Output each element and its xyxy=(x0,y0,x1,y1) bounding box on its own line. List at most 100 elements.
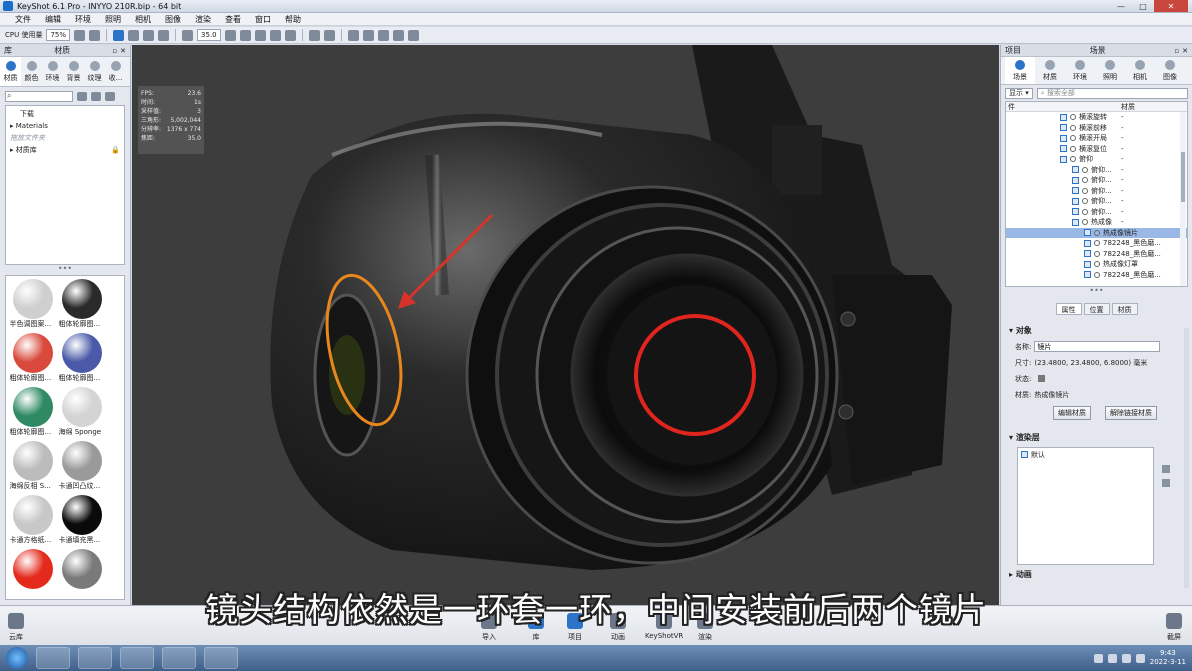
transform-icon[interactable] xyxy=(323,29,335,41)
workflow-icon[interactable] xyxy=(308,29,320,41)
shield-icon[interactable] xyxy=(347,29,359,41)
visibility-checkbox[interactable] xyxy=(1060,113,1067,121)
menu-help[interactable]: 帮助 xyxy=(278,14,308,25)
visibility-checkbox[interactable] xyxy=(1060,145,1067,153)
tab-backplates[interactable]: 背景 xyxy=(63,57,84,86)
taskbar-browser-icon[interactable] xyxy=(78,647,112,669)
float-panel-icon[interactable]: ▫ xyxy=(112,47,117,55)
material-thumbnail[interactable]: 半色调图案... xyxy=(10,279,55,333)
performance-mode-icon[interactable] xyxy=(89,29,101,41)
refresh-library-icon[interactable] xyxy=(105,91,115,101)
material-thumbnail[interactable]: 粗体轮廓图... xyxy=(59,333,104,387)
material-template-icon[interactable] xyxy=(377,29,389,41)
visibility-checkbox[interactable] xyxy=(1084,271,1091,279)
scene-tree-row[interactable]: 俯仰... - xyxy=(1006,196,1187,207)
menu-window[interactable]: 窗口 xyxy=(248,14,278,25)
visibility-checkbox[interactable] xyxy=(1060,134,1067,142)
tree-item-materials[interactable]: ▸ Materials xyxy=(10,120,120,132)
tab-properties[interactable]: 属性 xyxy=(1055,303,1082,315)
maximize-button[interactable]: □ xyxy=(1132,0,1154,12)
geometry-view-icon[interactable] xyxy=(284,29,296,41)
object-section-header[interactable]: ▾ 对象 xyxy=(1009,325,1184,336)
visibility-checkbox[interactable] xyxy=(1084,239,1091,247)
close-panel-icon[interactable]: ✕ xyxy=(1182,47,1188,55)
material-thumbnail[interactable]: 卡通填充黑... xyxy=(59,495,104,549)
library-search-input[interactable]: ⌕ xyxy=(5,90,73,102)
scene-tree-row[interactable]: 782248_黑色磨... xyxy=(1006,270,1187,281)
default-layer-label[interactable]: 默认 xyxy=(1031,450,1045,460)
taskbar-explorer-icon[interactable] xyxy=(36,647,70,669)
pause-icon[interactable] xyxy=(74,29,86,41)
tab-colors[interactable]: 颜色 xyxy=(21,57,42,86)
visibility-checkbox[interactable] xyxy=(1072,208,1079,216)
scene-tree-scrollbar[interactable] xyxy=(1180,112,1186,286)
menu-edit[interactable]: 编辑 xyxy=(38,14,68,25)
render-viewport[interactable]: FPS: 23.6 时间: 1s 采样值: 3 三角形: 5,002,044 分辨率: 1376 … xyxy=(132,45,999,605)
cpu-usage-select[interactable]: 75% xyxy=(46,29,71,41)
tab-materials[interactable]: 材质 xyxy=(0,57,21,86)
zoom-icon[interactable] xyxy=(239,29,251,41)
move-icon[interactable] xyxy=(128,29,140,41)
delete-layer-icon[interactable] xyxy=(1162,479,1170,487)
column-material[interactable]: 材质 xyxy=(1121,102,1135,111)
menu-view[interactable]: 查看 xyxy=(218,14,248,25)
input-method-icon[interactable] xyxy=(1093,653,1103,663)
name-input[interactable] xyxy=(1034,341,1161,352)
tab-material[interactable]: 材质 xyxy=(1035,57,1065,84)
render-layers-header[interactable]: ▾ 渲染层 xyxy=(1009,432,1184,443)
float-panel-icon[interactable]: ▫ xyxy=(1174,47,1179,55)
visibility-checkbox[interactable] xyxy=(1084,229,1091,237)
zoom-fit-icon[interactable] xyxy=(224,29,236,41)
material-thumbnail[interactable]: 粗体轮廓图... xyxy=(59,279,104,333)
network-icon[interactable] xyxy=(1107,653,1117,663)
material-thumbnail[interactable]: 海绵反相 S... xyxy=(10,441,55,495)
menu-environment[interactable]: 环境 xyxy=(68,14,98,25)
material-thumbnail[interactable]: 卡通凹凸纹... xyxy=(59,441,104,495)
expand-icon[interactable] xyxy=(392,29,404,41)
visibility-checkbox[interactable] xyxy=(1060,155,1067,163)
material-thumbnail[interactable]: 海绵 Sponge xyxy=(59,387,104,441)
tumble-icon[interactable] xyxy=(143,29,155,41)
material-thumbnail[interactable]: 粗体轮廓图... xyxy=(10,387,55,441)
tab-lighting[interactable]: 照明 xyxy=(1095,57,1125,84)
tab-textures[interactable]: 纹理 xyxy=(84,57,105,86)
close-panel-icon[interactable]: ✕ xyxy=(120,47,126,55)
tab-position[interactable]: 位置 xyxy=(1083,303,1110,315)
tab-environment[interactable]: 环境 xyxy=(1065,57,1095,84)
scene-search-input[interactable]: ⌕ 搜索全部 xyxy=(1036,87,1188,99)
menu-lighting[interactable]: 照明 xyxy=(98,14,128,25)
scene-tree-row[interactable]: 俯仰 - xyxy=(1006,154,1187,165)
scene-tree-row[interactable]: 俯仰... - xyxy=(1006,207,1187,218)
tab-scene[interactable]: 场景 xyxy=(1005,57,1035,84)
visibility-checkbox[interactable] xyxy=(1072,187,1079,195)
splitter-handle[interactable]: ••• xyxy=(0,265,130,275)
properties-scrollbar[interactable] xyxy=(1184,328,1189,588)
refresh-icon[interactable] xyxy=(113,29,125,41)
presentation-icon[interactable] xyxy=(407,29,419,41)
scene-tree-row[interactable]: 俯仰... - xyxy=(1006,175,1187,186)
visibility-checkbox[interactable] xyxy=(1072,197,1079,205)
system-clock[interactable]: 9:43 2022-3-11 xyxy=(1150,649,1186,667)
material-thumbnail[interactable]: 卡通方格纸... xyxy=(10,495,55,549)
flag-icon[interactable] xyxy=(1135,653,1145,663)
reset-camera-icon[interactable] xyxy=(269,29,281,41)
windows-start-icon[interactable] xyxy=(6,647,28,669)
screenshot-icon[interactable] xyxy=(362,29,374,41)
import-folder-icon[interactable] xyxy=(91,91,101,101)
visibility-checkbox[interactable] xyxy=(1060,124,1067,132)
menu-image[interactable]: 图像 xyxy=(158,14,188,25)
menu-render[interactable]: 渲染 xyxy=(188,14,218,25)
close-button[interactable]: ✕ xyxy=(1154,0,1188,12)
scene-tree-row[interactable]: 横滚旋转 - xyxy=(1006,112,1187,123)
material-thumbnail[interactable]: 粗体轮廓图... xyxy=(10,333,55,387)
visibility-checkbox[interactable] xyxy=(1084,250,1091,258)
scene-tree-row[interactable]: 俯仰... - xyxy=(1006,186,1187,197)
visibility-checkbox[interactable] xyxy=(1072,176,1079,184)
taskbar-app-icon[interactable] xyxy=(120,647,154,669)
tab-image[interactable]: 图像 xyxy=(1155,57,1185,84)
tab-favorites[interactable]: 收... xyxy=(105,57,126,86)
unlink-material-button[interactable]: 解除链接材质 xyxy=(1105,406,1157,420)
tab-environments[interactable]: 环境 xyxy=(42,57,63,86)
menu-file[interactable]: 文件 xyxy=(8,14,38,25)
scene-tree-row[interactable]: 热成像 - xyxy=(1006,217,1187,228)
